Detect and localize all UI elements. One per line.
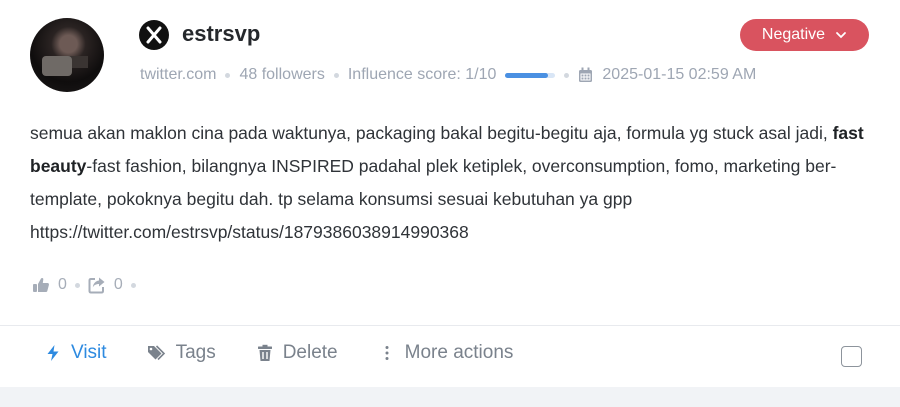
shares-count: 0 — [113, 276, 123, 293]
calendar-icon — [579, 67, 593, 82]
lightning-icon — [47, 345, 59, 361]
separator-dot — [333, 72, 339, 78]
tags-button[interactable]: Tags — [147, 342, 216, 364]
avatar[interactable] — [30, 18, 104, 92]
influence-score-bar — [505, 72, 556, 78]
sentiment-label: Negative — [761, 26, 826, 43]
post-meta: twitter.com 48 followers Influence score… — [140, 66, 756, 84]
separator-dot — [564, 72, 570, 78]
action-bar: Visit Tags Delete More actions — [44, 342, 553, 364]
post-datetime: 2025-01-15 02:59 AM — [602, 66, 757, 83]
engagement-stats: 0 0 — [32, 276, 136, 294]
delete-button[interactable]: Delete — [256, 342, 338, 364]
followers-count: 48 followers — [239, 66, 325, 83]
x-logo-icon — [139, 20, 169, 50]
separator-dot — [225, 72, 231, 78]
separator-dot — [130, 282, 136, 288]
visit-button[interactable]: Visit — [44, 342, 107, 364]
likes-count: 0 — [58, 276, 67, 293]
select-checkbox[interactable] — [841, 346, 862, 367]
post-text-start: semua akan maklon cina pada waktunya, pa… — [30, 123, 833, 143]
influence-score: Influence score: 1/10 — [347, 66, 497, 83]
post-text-end: -fast fashion, bilangnya INSPIRED padaha… — [30, 156, 837, 242]
tags-icon — [147, 345, 165, 361]
visit-label: Visit — [71, 342, 107, 363]
author-name[interactable]: estrsvp — [182, 21, 260, 47]
delete-label: Delete — [282, 342, 338, 363]
mention-card: estrsvp Negative twitter.com 48 follower… — [0, 0, 900, 387]
separator-dot — [74, 282, 80, 288]
more-actions-button[interactable]: More actions — [378, 342, 514, 364]
tags-label: Tags — [175, 342, 216, 363]
chevron-down-icon — [836, 32, 846, 39]
thumbs-up-icon — [33, 277, 49, 292]
trash-icon — [257, 344, 272, 361]
post-text: semua akan maklon cina pada waktunya, pa… — [30, 117, 875, 249]
source-domain[interactable]: twitter.com — [140, 66, 216, 84]
more-actions-label: More actions — [404, 342, 514, 363]
sentiment-dropdown[interactable]: Negative — [740, 19, 869, 51]
share-icon — [88, 277, 105, 294]
divider — [0, 325, 900, 326]
influence-score-fill — [505, 72, 548, 78]
vertical-ellipsis-icon — [385, 346, 389, 360]
